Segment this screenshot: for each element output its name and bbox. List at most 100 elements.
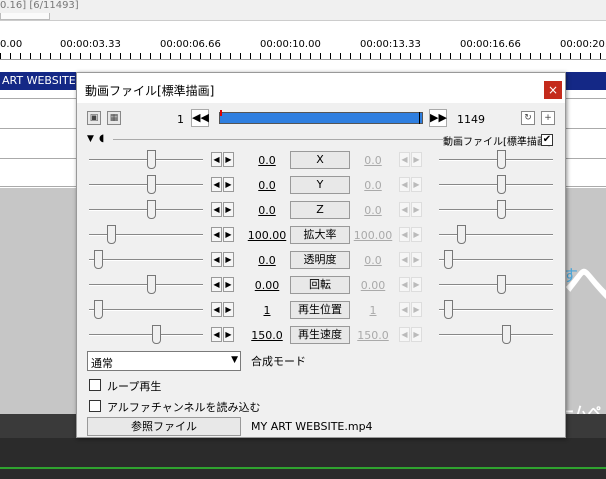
slider-thumb[interactable] [502,325,511,344]
increment-left-button[interactable]: ▶ [223,227,234,242]
decrement-right-button: ◀ [399,302,410,317]
increment-left-button[interactable]: ▶ [223,252,234,267]
increment-left-button[interactable]: ▶ [223,152,234,167]
param-left-value[interactable]: 150.0 [246,329,288,342]
loop-checkbox[interactable] [89,379,101,391]
triangle-down-icon[interactable]: ▼ [87,134,94,144]
param-left-slider[interactable] [89,200,203,220]
param-left-value[interactable]: 0.0 [246,254,288,267]
timeline-scroll-box[interactable] [0,13,50,20]
param-right-value: 0.0 [364,204,382,217]
alpha-checkbox[interactable] [89,400,101,412]
param-name-button[interactable]: 拡大率 [290,226,350,244]
slider-thumb[interactable] [457,225,466,244]
increment-left-button[interactable]: ▶ [223,327,234,342]
close-button[interactable]: × [544,81,562,99]
param-name-button[interactable]: 透明度 [290,251,350,269]
camera-icon[interactable]: ▣ [87,111,101,125]
blend-mode-select[interactable]: 通常 ▼ [87,351,241,371]
slider-thumb[interactable] [444,300,453,319]
slider-thumb[interactable] [444,250,453,269]
frame-toolbar: ▣ ▦ 1 ◀◀ ▶▶ 1149 ↻ + [77,109,565,129]
decrement-left-button[interactable]: ◀ [211,202,222,217]
param-right-slider[interactable] [439,300,553,320]
param-row: ◀ ▶ 0.0 Z 0.0 ◀ ▶ [77,200,565,220]
slider-thumb[interactable] [147,200,156,219]
param-left-slider[interactable] [89,225,203,245]
decrement-left-button[interactable]: ◀ [211,302,222,317]
decrement-left-button[interactable]: ◀ [211,227,222,242]
increment-left-button[interactable]: ▶ [223,277,234,292]
dialog-titlebar[interactable]: 動画ファイル[標準描画] × [77,73,565,103]
slider-thumb[interactable] [94,300,103,319]
link-icon[interactable]: ↻ [521,111,535,125]
decrement-right-button: ◀ [399,177,410,192]
slider-thumb[interactable] [152,325,161,344]
param-left-value[interactable]: 0.0 [246,154,288,167]
reference-file-button[interactable]: 参照ファイル [87,417,241,436]
slider-thumb[interactable] [497,175,506,194]
param-left-value[interactable]: 0.0 [246,204,288,217]
param-right-value: 0.0 [364,254,382,267]
param-left-slider[interactable] [89,275,203,295]
blend-mode-value: 通常 [91,357,113,370]
param-right-slider[interactable] [439,150,553,170]
param-left-slider[interactable] [89,175,203,195]
param-name-button[interactable]: Z [290,201,350,219]
chevron-down-icon: ▼ [231,355,238,365]
slider-thumb[interactable] [147,275,156,294]
param-left-slider[interactable] [89,300,203,320]
slider-track [439,309,553,311]
decrement-right-button: ◀ [399,227,410,242]
slider-thumb[interactable] [497,150,506,169]
param-name-button[interactable]: X [290,151,350,169]
slider-thumb[interactable] [94,250,103,269]
slider-thumb[interactable] [497,275,506,294]
alpha-label[interactable]: アルファチャンネルを読み込む [107,399,261,415]
param-left-value[interactable]: 0.0 [246,179,288,192]
increment-left-button[interactable]: ▶ [223,202,234,217]
param-right-slider[interactable] [439,175,553,195]
param-left-slider[interactable] [89,325,203,345]
slider-thumb[interactable] [497,200,506,219]
decrement-left-button[interactable]: ◀ [211,152,222,167]
slider-track [439,184,553,186]
add-icon[interactable]: + [541,111,555,125]
param-name-button[interactable]: 再生速度 [290,326,350,344]
param-right-slider[interactable] [439,200,553,220]
param-name-button[interactable]: 回転 [290,276,350,294]
object-enabled-checkbox[interactable]: ✔ [541,134,553,146]
param-right-slider[interactable] [439,250,553,270]
param-right-slider[interactable] [439,325,553,345]
decrement-left-button[interactable]: ◀ [211,327,222,342]
alpha-row: アルファチャンネルを読み込む [89,399,389,415]
increment-left-button[interactable]: ▶ [223,177,234,192]
param-left-slider[interactable] [89,250,203,270]
skip-back-icon[interactable]: ◀◀ [191,109,209,127]
param-left-value[interactable]: 100.00 [246,229,288,242]
slider-thumb[interactable] [147,175,156,194]
slider-thumb[interactable] [107,225,116,244]
timeline-ruler[interactable]: 0.00 00:00:03.33 00:00:06.66 00:00:10.00… [0,20,606,70]
seek-bar[interactable] [219,110,423,124]
param-left-slider[interactable] [89,150,203,170]
decrement-left-button[interactable]: ◀ [211,252,222,267]
param-right-slider[interactable] [439,275,553,295]
skip-forward-icon[interactable]: ▶▶ [429,109,447,127]
param-name-button[interactable]: Y [290,176,350,194]
decrement-left-button[interactable]: ◀ [211,177,222,192]
decrement-left-button[interactable]: ◀ [211,277,222,292]
param-left-value[interactable]: 1 [246,304,288,317]
slider-track [439,159,553,161]
file-name: MY ART WEBSITE.mp4 [251,420,373,433]
param-left-value[interactable]: 0.00 [246,279,288,292]
increment-right-button: ▶ [411,177,422,192]
param-name-button[interactable]: 再生位置 [290,301,350,319]
param-row: ◀ ▶ 0.0 透明度 0.0 ◀ ▶ [77,250,565,270]
param-right-slider[interactable] [439,225,553,245]
ruler-tick-label: 00:00:13.33 [360,39,421,50]
slider-thumb[interactable] [147,150,156,169]
loop-label[interactable]: ループ再生 [107,378,161,394]
increment-left-button[interactable]: ▶ [223,302,234,317]
grid-icon[interactable]: ▦ [107,111,121,125]
